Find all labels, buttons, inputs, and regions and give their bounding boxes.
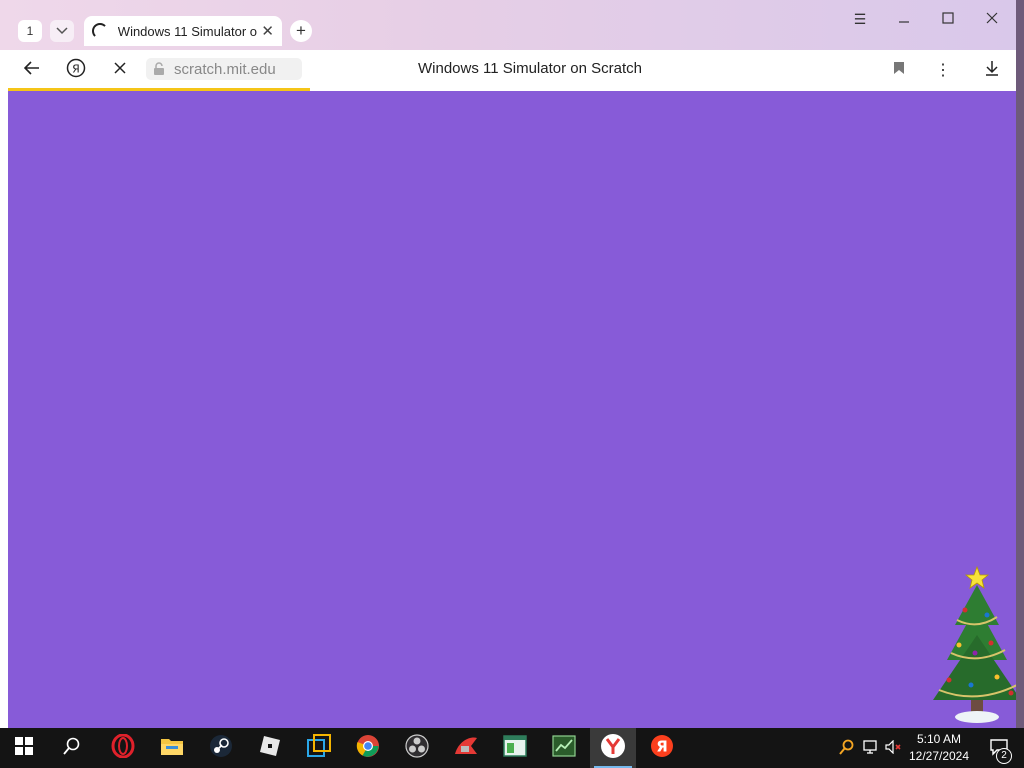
- network-icon[interactable]: [861, 736, 881, 758]
- chrome-icon: [356, 734, 380, 763]
- kebab-menu-icon: ⋮: [935, 62, 951, 79]
- taskbar-app-green[interactable]: [541, 728, 587, 768]
- maximize-icon: [942, 11, 954, 27]
- hamburger-icon: ☰: [853, 10, 867, 27]
- maximize-button[interactable]: [933, 8, 963, 30]
- lock-icon[interactable]: [152, 62, 166, 76]
- folder-icon: [160, 736, 184, 761]
- opera-icon: [111, 733, 135, 763]
- start-button[interactable]: [1, 728, 47, 768]
- new-tab-button[interactable]: +: [290, 20, 312, 42]
- arrow-left-icon: [23, 60, 40, 80]
- page-title: Windows 11 Simulator on Scratch: [418, 60, 642, 77]
- obs-icon: [405, 733, 429, 763]
- chevron-down-icon: [56, 24, 68, 38]
- tab-title: Windows 11 Simulator on Scratch: [117, 23, 258, 39]
- app-green-icon: [552, 734, 576, 762]
- close-icon: [986, 11, 998, 27]
- yandex-browser-icon: [600, 733, 626, 764]
- taskbar-yandex-browser[interactable]: [590, 728, 636, 768]
- svg-text:Я: Я: [72, 62, 80, 75]
- search-icon: [63, 737, 81, 760]
- minimize-icon: [898, 11, 910, 27]
- browser-window: 1 Windows 11 Simulator on Scratch ✕ + ☰: [0, 0, 1016, 728]
- downloads-button[interactable]: [980, 59, 1004, 81]
- close-window-button[interactable]: [977, 8, 1007, 30]
- svg-text:Я: Я: [656, 737, 668, 755]
- yandex-home-button[interactable]: Я: [64, 58, 88, 83]
- christmas-tree-icon: [933, 565, 1016, 723]
- yandex-logo-icon: Я: [66, 58, 86, 83]
- taskbar-steam[interactable]: [198, 728, 244, 768]
- taskbar-chrome[interactable]: [345, 728, 391, 768]
- active-tab[interactable]: Windows 11 Simulator on Scratch ✕: [84, 16, 282, 46]
- taskbar-clock[interactable]: 5:10 AM 12/27/2024: [904, 731, 974, 765]
- bookmark-icon: [893, 61, 905, 80]
- tray-search-icon[interactable]: [837, 736, 857, 758]
- tab-bar: 1 Windows 11 Simulator on Scratch ✕ + ☰: [0, 0, 1016, 50]
- taskbar-roblox[interactable]: [247, 728, 293, 768]
- notification-count-badge: 2: [996, 748, 1012, 764]
- download-icon: [985, 60, 999, 81]
- yandex-icon: Я: [650, 734, 674, 763]
- search-button[interactable]: [49, 728, 95, 768]
- taskbar-app-blue[interactable]: [296, 728, 342, 768]
- browser-menu-button[interactable]: ☰: [845, 8, 875, 30]
- close-icon: [114, 61, 126, 79]
- clock-time: 5:10 AM: [916, 732, 962, 746]
- clock-date: 12/27/2024: [908, 749, 970, 763]
- app-window-icon: [503, 734, 527, 762]
- app-red-icon: [453, 734, 479, 763]
- tab-count-button[interactable]: 1: [18, 20, 42, 42]
- roblox-icon: [259, 735, 281, 762]
- back-button[interactable]: [20, 59, 44, 81]
- steam-icon: [209, 734, 233, 763]
- taskbar-app-window[interactable]: [492, 728, 538, 768]
- app-window-blue-icon: [307, 733, 331, 763]
- plus-icon: +: [296, 21, 306, 40]
- bookmark-button[interactable]: [887, 59, 911, 81]
- loading-spinner-icon: [92, 23, 108, 39]
- tab-close-icon[interactable]: ✕: [261, 22, 274, 40]
- windows-logo-icon: [15, 736, 33, 760]
- taskbar-app-red[interactable]: [443, 728, 489, 768]
- volume-muted-icon[interactable]: [884, 736, 904, 758]
- scratch-stage[interactable]: [8, 91, 1016, 728]
- url-field[interactable]: scratch.mit.edu: [146, 58, 302, 80]
- taskbar-file-explorer[interactable]: [149, 728, 195, 768]
- taskbar-obs[interactable]: [394, 728, 440, 768]
- taskbar-opera[interactable]: [100, 728, 146, 768]
- stop-loading-button[interactable]: [108, 59, 132, 81]
- more-options-button[interactable]: ⋮: [931, 59, 955, 81]
- taskbar-yandex[interactable]: Я: [639, 728, 685, 768]
- desktop-edge: [1016, 0, 1024, 728]
- tab-list-dropdown[interactable]: [50, 20, 74, 42]
- minimize-button[interactable]: [889, 8, 919, 30]
- url-text: scratch.mit.edu: [174, 60, 276, 78]
